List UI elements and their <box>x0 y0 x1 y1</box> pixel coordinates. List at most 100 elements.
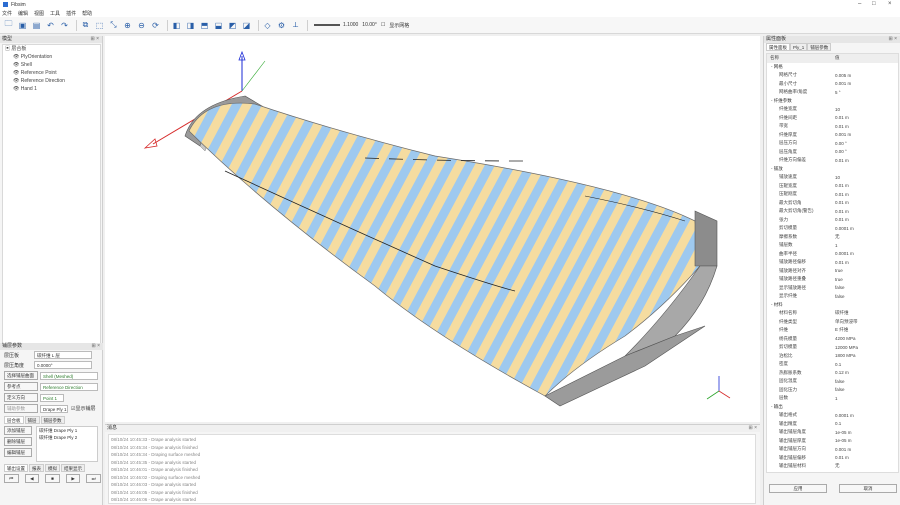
property-row[interactable]: 最大剪切角 0.01 m <box>767 199 898 208</box>
tree-item-plyorientation[interactable]: 👁 PlyOrientation <box>3 53 100 61</box>
draped-part-view[interactable] <box>105 36 760 422</box>
tab-results[interactable]: 结果显示 <box>61 464 85 472</box>
delete-ply-button[interactable]: 删除铺层 <box>4 437 32 446</box>
property-row[interactable]: 层压方向 0.00 ° <box>767 139 898 148</box>
cancel-button[interactable]: 取消 <box>839 484 897 493</box>
angle-select[interactable]: 0.0000° <box>34 361 92 369</box>
tab-report[interactable]: 报表 <box>29 464 44 472</box>
stop-button[interactable]: ■ <box>45 474 60 483</box>
undo-icon[interactable]: ↶ <box>45 20 56 31</box>
zoom-fit-icon[interactable]: ⤡ <box>108 20 119 31</box>
view-fit-icon[interactable]: ⧉ <box>80 20 91 31</box>
property-value[interactable]: 0.00 ° <box>835 149 898 154</box>
property-value[interactable]: false <box>835 379 898 384</box>
property-row[interactable]: 材料名称 碳纤维 <box>767 309 898 318</box>
property-category[interactable]: - 铺放 <box>767 165 898 174</box>
panel-close-icon[interactable]: ⊞ × <box>889 36 898 43</box>
property-category[interactable]: - 网格 <box>767 63 898 72</box>
tree-item-hand[interactable]: 👁 Hand 1 <box>3 85 100 93</box>
property-row[interactable]: 摩擦系数 无 <box>767 233 898 242</box>
property-row[interactable]: 压辊宽度 0.01 m <box>767 182 898 191</box>
property-row[interactable]: 铺放速度 10 <box>767 173 898 182</box>
property-row[interactable]: 纤维宽度 10 <box>767 105 898 114</box>
direction-value[interactable]: Point 1 <box>40 393 64 402</box>
eye-icon[interactable]: 👁 <box>13 78 19 84</box>
property-value[interactable]: 0.0001 m <box>835 251 898 256</box>
property-value[interactable]: 单向预浸带 <box>835 319 898 325</box>
eye-icon[interactable]: 👁 <box>13 86 19 92</box>
property-category[interactable]: - 输出 <box>767 403 898 412</box>
menu-tools[interactable]: 工具 <box>50 10 60 17</box>
property-row[interactable]: 输出精度 0.1 <box>767 420 898 429</box>
property-row[interactable]: 最小尺寸 0.001 m <box>767 80 898 89</box>
select-shell-button[interactable]: 选择铺层曲面 <box>4 371 38 380</box>
menu-edit[interactable]: 编辑 <box>18 10 28 17</box>
define-direction-button[interactable]: 定义方向 <box>4 393 38 402</box>
property-value[interactable]: 5 ° <box>835 90 898 95</box>
rotate-icon[interactable]: ⟳ <box>150 20 161 31</box>
property-value[interactable]: 0.1 <box>835 362 898 367</box>
view-back-icon[interactable]: ◨ <box>185 20 196 31</box>
options-value[interactable]: Drape Ply 1 <box>40 404 68 413</box>
property-value[interactable]: 0.0001 m <box>835 413 898 418</box>
property-value[interactable]: 0.01 m <box>835 455 898 460</box>
step-back-button[interactable]: ◀ <box>24 474 40 483</box>
save-icon[interactable]: ▣ <box>17 20 28 31</box>
tab-ply1[interactable]: Ply_1 <box>790 43 808 51</box>
apply-button[interactable]: 应用 <box>769 484 827 493</box>
property-value[interactable]: 1 <box>835 396 898 401</box>
property-row[interactable]: 网格尺寸 0.005 m <box>767 71 898 80</box>
property-row[interactable]: 杨氏模量 4200 MPa <box>767 335 898 344</box>
property-value[interactable]: 无 <box>835 234 898 240</box>
property-row[interactable]: 热膨胀系数 0.12 m <box>767 369 898 378</box>
grid-checkbox[interactable]: ☐ <box>381 22 385 28</box>
property-row[interactable]: 曲率半径 0.0001 m <box>767 250 898 259</box>
property-category[interactable]: - 材料 <box>767 301 898 310</box>
property-row[interactable]: 固化压力 false <box>767 386 898 395</box>
property-value[interactable]: 无 <box>835 463 898 469</box>
shell-value[interactable]: Shell (Meshed) <box>40 371 98 380</box>
property-row[interactable]: 层数 1 <box>767 394 898 403</box>
property-value[interactable]: 0.001 m <box>835 81 898 86</box>
menu-file[interactable]: 文件 <box>2 10 12 17</box>
property-row[interactable]: 输出铺层角度 1e-05 m <box>767 428 898 437</box>
view-right-icon[interactable]: ◪ <box>241 20 252 31</box>
property-value[interactable]: false <box>835 294 898 299</box>
property-row[interactable]: 输出铺层厚度 1e-05 m <box>767 437 898 446</box>
menu-help[interactable]: 帮助 <box>82 10 92 17</box>
view-top-icon[interactable]: ⬒ <box>199 20 210 31</box>
close-button[interactable]: × <box>888 1 892 7</box>
property-row[interactable]: 最大剪切角(警告) 0.01 m <box>767 207 898 216</box>
tree-item-reference-point[interactable]: 👁 Reference Point <box>3 69 100 77</box>
property-value[interactable]: 0.01 m <box>835 115 898 120</box>
property-row[interactable]: 显示纤维 false <box>767 292 898 301</box>
property-row[interactable]: 密度 0.1 <box>767 360 898 369</box>
property-row[interactable]: 固化温度 false <box>767 377 898 386</box>
tree-item-reference-direction[interactable]: 👁 Reference Direction <box>3 77 100 85</box>
property-row[interactable]: 层压角度 0.00 ° <box>767 148 898 157</box>
view-front-icon[interactable]: ◧ <box>171 20 182 31</box>
zoom-in-icon[interactable]: ⊕ <box>122 20 133 31</box>
property-category[interactable]: - 纤维参数 <box>767 97 898 106</box>
menu-plugins[interactable]: 插件 <box>66 10 76 17</box>
property-row[interactable]: 铺放路径对齐 true <box>767 267 898 276</box>
property-value[interactable]: 0.0001 m <box>835 226 898 231</box>
property-row[interactable]: 剪切模量 12000 MPa <box>767 343 898 352</box>
property-value[interactable]: 1e-05 m <box>835 438 898 443</box>
panel-close-icon[interactable]: ⊞ × <box>92 343 101 350</box>
property-row[interactable]: 张力 0.01 m <box>767 216 898 225</box>
tab-ply[interactable]: 铺层 <box>24 416 40 424</box>
property-value[interactable]: 碳纤维 <box>835 310 898 316</box>
zoom-out-icon[interactable]: ⊖ <box>136 20 147 31</box>
open-folder-icon[interactable]: 🗀 <box>3 19 14 31</box>
property-row[interactable]: 输出铺层材料 无 <box>767 462 898 471</box>
property-value[interactable]: 0.01 m <box>835 209 898 214</box>
property-row[interactable]: 输出铺层编号0.01 m <box>767 471 898 473</box>
property-row[interactable]: 输出铺层偏移 0.01 m <box>767 454 898 463</box>
draped-surface[interactable] <box>105 36 760 422</box>
property-row[interactable]: 铺放路径重叠 true <box>767 275 898 284</box>
eye-icon[interactable]: 👁 <box>13 70 19 76</box>
minimize-button[interactable]: – <box>858 1 861 7</box>
panel-close-icon[interactable]: ⊞ × <box>749 425 758 432</box>
property-row[interactable]: 输出铺层方向 0.001 m <box>767 445 898 454</box>
